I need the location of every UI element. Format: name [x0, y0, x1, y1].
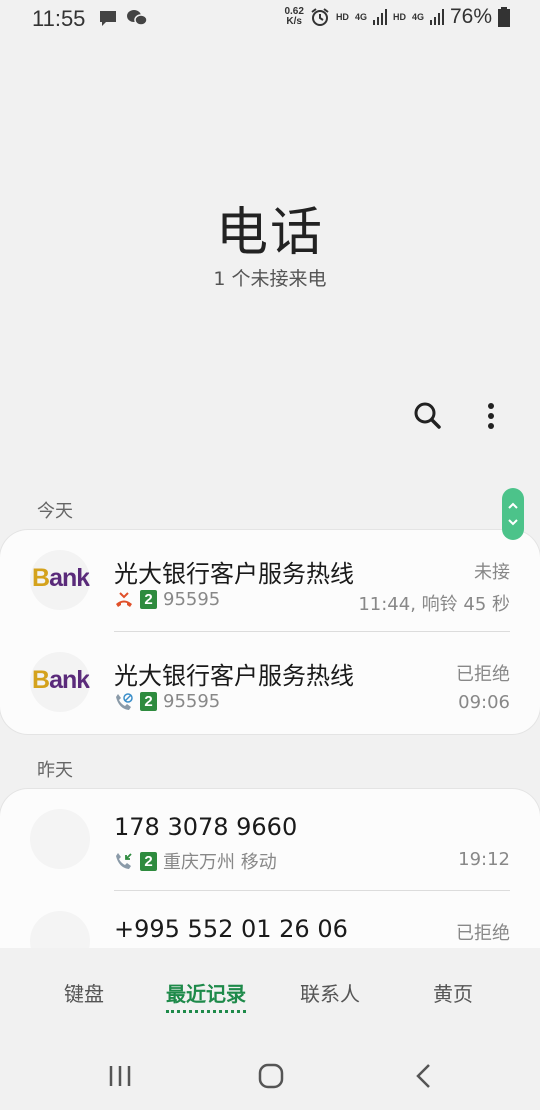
hd-label-1: HD — [335, 12, 349, 22]
tab-yellow-pages[interactable]: 黄页 — [433, 978, 473, 1007]
contact-name: 光大银行客户服务热线 — [114, 662, 354, 690]
call-status: 未接 — [474, 562, 510, 583]
message-icon — [100, 11, 116, 26]
incoming-call-icon — [116, 853, 132, 869]
lte-label-2: 4G — [411, 12, 424, 22]
chevron-up-down-icon — [508, 502, 518, 526]
tab-recents[interactable]: 最近记录 — [166, 978, 246, 1013]
call-time: 11:44, 响铃 45 秒 — [358, 594, 510, 615]
missed-calls-summary: 1 个未接来电 — [213, 268, 327, 290]
contact-name: 光大银行客户服务热线 — [114, 560, 354, 588]
bank-logo-text: Bank — [32, 564, 90, 593]
call-log-row[interactable]: +995 552 01 26 06 已拒绝 — [0, 891, 540, 949]
call-time: 19:12 — [458, 849, 510, 870]
back-button[interactable] — [403, 1060, 443, 1092]
signal-icon-1 — [372, 9, 387, 25]
tab-label: 最近记录 — [166, 982, 246, 1006]
tab-contacts[interactable]: 联系人 — [300, 978, 360, 1007]
system-navigation-bar — [0, 1040, 540, 1110]
bank-logo-text: Bank — [32, 666, 90, 695]
sim-badge: 2 — [140, 692, 157, 711]
bank-logo-initial: B — [32, 564, 50, 592]
battery-icon — [498, 7, 510, 27]
tab-keypad[interactable]: 键盘 — [64, 978, 104, 1007]
today-calls-card: Bank 光大银行客户服务热线 2 95595 未接 11:44, 响铃 45 … — [0, 530, 540, 734]
battery-percent: 76% — [449, 5, 492, 28]
contact-name: +995 552 01 26 06 — [114, 915, 348, 943]
bank-avatar: Bank — [30, 550, 90, 610]
call-log-row[interactable]: Bank 光大银行客户服务热线 2 95595 已拒绝 09:06 — [0, 632, 540, 734]
call-status: 已拒绝 — [456, 923, 510, 944]
status-notification-icons — [98, 8, 148, 28]
net-speed: 0.62 K/s — [284, 7, 303, 27]
search-icon — [414, 402, 441, 429]
status-bar: 11:55 0.62 K/s HD 4G HD 4G 76% — [0, 0, 540, 38]
bank-logo-rest: ank — [49, 666, 90, 694]
signal-icon-2 — [429, 9, 444, 25]
missed-call-icon — [116, 591, 132, 607]
rejected-call-icon — [116, 692, 133, 710]
call-time: 09:06 — [458, 692, 510, 713]
contact-name: 178 3078 9660 — [114, 813, 298, 841]
sim-badge: 2 — [140, 590, 157, 609]
bottom-tab-bar: 键盘 最近记录 联系人 黄页 — [0, 960, 540, 1024]
wechat-icon — [127, 10, 148, 26]
tab-label: 联系人 — [300, 982, 360, 1006]
status-time: 11:55 — [32, 6, 86, 31]
recent-apps-button[interactable] — [100, 1060, 140, 1092]
home-icon — [258, 1063, 284, 1089]
avatar — [30, 911, 90, 949]
call-detail: 2 重庆万州 移动 — [114, 848, 277, 874]
phone-number: 95595 — [163, 589, 221, 610]
call-log-row[interactable]: Bank 光大银行客户服务热线 2 95595 未接 11:44, 响铃 45 … — [0, 530, 540, 632]
section-label-today: 今天 — [37, 501, 73, 522]
more-vertical-icon — [488, 403, 494, 429]
sim-badge: 2 — [140, 851, 157, 871]
home-button[interactable] — [251, 1060, 291, 1092]
avatar — [30, 809, 90, 869]
recent-apps-icon — [109, 1066, 131, 1086]
call-detail: 2 95595 — [114, 589, 220, 610]
bank-avatar: Bank — [30, 652, 90, 712]
bank-logo-initial: B — [32, 666, 50, 694]
phone-number: 95595 — [163, 691, 221, 712]
lte-label-1: 4G — [354, 12, 367, 22]
tab-label: 键盘 — [64, 982, 104, 1006]
section-label-yesterday: 昨天 — [37, 760, 73, 781]
active-tab-indicator — [166, 1010, 246, 1013]
page-title: 电话 — [215, 203, 324, 263]
tab-label: 黄页 — [433, 982, 473, 1006]
back-icon — [416, 1064, 430, 1088]
call-log-row[interactable]: 178 3078 9660 2 重庆万州 移动 19:12 — [0, 789, 540, 891]
fast-scroll-handle[interactable] — [502, 488, 524, 540]
alarm-icon — [311, 8, 329, 26]
search-button[interactable] — [410, 398, 446, 434]
more-options-button[interactable] — [476, 398, 506, 434]
hd-label-2: HD — [392, 12, 406, 22]
net-speed-unit: K/s — [286, 16, 302, 27]
call-status: 已拒绝 — [456, 664, 510, 685]
status-system-icons: 0.62 K/s HD 4G HD 4G 76% — [284, 5, 510, 29]
call-detail: 2 95595 — [114, 691, 220, 712]
caller-location: 重庆万州 移动 — [163, 852, 277, 873]
bank-logo-rest: ank — [49, 564, 90, 592]
